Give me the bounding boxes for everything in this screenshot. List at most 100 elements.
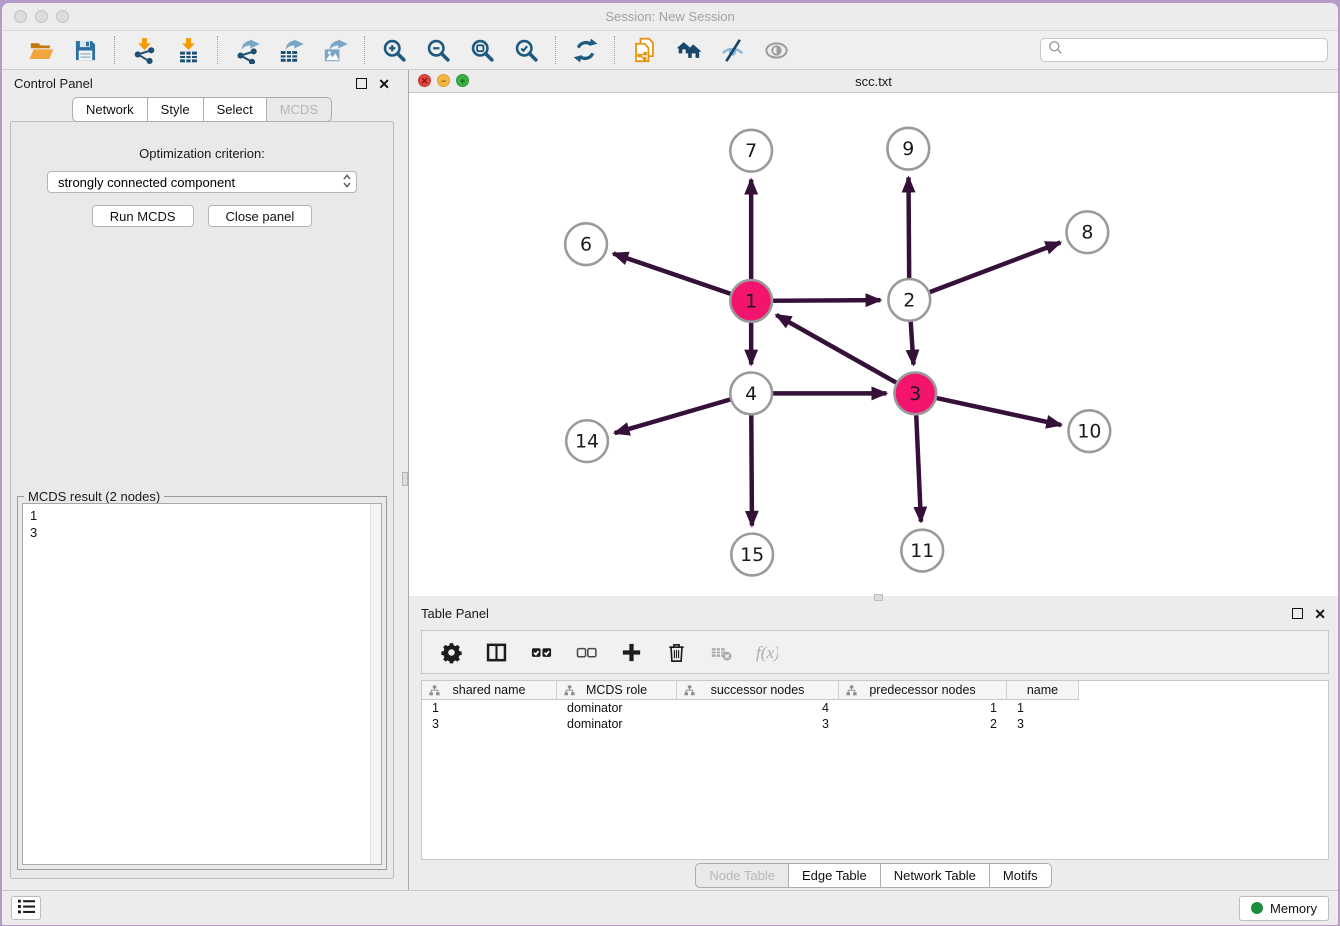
column-header-successor-nodes[interactable]: successor nodes [677, 681, 839, 700]
table-tabs: Node TableEdge TableNetwork TableMotifs [409, 860, 1338, 890]
column-header-name[interactable]: name [1007, 681, 1079, 700]
column-header-shared-name[interactable]: shared name [422, 681, 557, 700]
minimize-window-button[interactable] [35, 10, 48, 23]
panel-splitter-horizontal[interactable] [409, 596, 1338, 600]
clone-network-icon[interactable] [628, 35, 660, 65]
tab-network-table[interactable]: Network Table [880, 863, 989, 888]
mcds-result-title: MCDS result (2 nodes) [24, 489, 164, 504]
panel-splitter-vertical[interactable] [402, 70, 409, 890]
network-graph[interactable]: 7 9 6 8 1 2 4 3 14 10 15 11 [409, 93, 1338, 596]
tab-edge-table[interactable]: Edge Table [788, 863, 880, 888]
graph-node-6[interactable]: 6 [565, 223, 607, 265]
tab-style[interactable]: Style [147, 97, 203, 122]
select-all-icon[interactable] [527, 638, 555, 666]
hierarchy-icon [684, 685, 695, 699]
graph-node-10[interactable]: 10 [1068, 410, 1110, 452]
function-disabled-icon: f(x) [752, 638, 780, 666]
graph-node-8[interactable]: 8 [1066, 211, 1108, 253]
graph-node-9[interactable]: 9 [887, 128, 929, 170]
select-stepper-icon [342, 173, 352, 192]
export-image-icon[interactable] [319, 35, 351, 65]
import-table-icon[interactable] [172, 35, 204, 65]
add-column-icon[interactable] [617, 638, 645, 666]
network-canvas[interactable]: 7 9 6 8 1 2 4 3 14 10 15 11 [409, 93, 1338, 596]
open-folder-icon[interactable] [25, 35, 57, 65]
column-label: name [1027, 683, 1058, 697]
table-row[interactable]: 3dominator323 [422, 716, 1328, 732]
cell-MCDS-role: dominator [557, 717, 677, 731]
zoom-selected-icon[interactable] [510, 35, 542, 65]
zoom-fit-icon[interactable] [466, 35, 498, 65]
splitter-handle[interactable] [874, 594, 883, 601]
refresh-icon[interactable] [569, 35, 601, 65]
show-hide-details-icon[interactable] [716, 35, 748, 65]
export-table-icon[interactable] [275, 35, 307, 65]
tab-motifs[interactable]: Motifs [989, 863, 1052, 888]
graph-node-15[interactable]: 15 [731, 534, 773, 576]
splitter-handle[interactable] [402, 472, 408, 486]
close-window-button[interactable] [14, 10, 27, 23]
eye-disabled-icon[interactable] [760, 35, 792, 65]
graph-node-1[interactable]: 1 [730, 280, 772, 322]
run-mcds-button[interactable]: Run MCDS [92, 205, 194, 227]
svg-text:9: 9 [902, 138, 914, 160]
split-columns-icon[interactable] [482, 638, 510, 666]
network-minimize-icon[interactable]: − [437, 74, 450, 87]
graph-node-11[interactable]: 11 [901, 530, 943, 572]
graph-node-4[interactable]: 4 [730, 372, 772, 414]
main-area: Control Panel ✕ NetworkStyleSelectMCDS O… [2, 70, 1338, 890]
graph-node-7[interactable]: 7 [730, 130, 772, 172]
cell-name: 1 [1007, 701, 1079, 715]
search-input[interactable] [1068, 42, 1320, 59]
control-panel: Control Panel ✕ NetworkStyleSelectMCDS O… [2, 70, 402, 890]
network-maximize-icon[interactable]: + [456, 74, 469, 87]
column-header-predecessor-nodes[interactable]: predecessor nodes [839, 681, 1007, 700]
node-table: shared nameMCDS rolesuccessor nodesprede… [421, 680, 1329, 860]
graph-node-14[interactable]: 14 [566, 420, 608, 462]
delete-column-icon[interactable] [662, 638, 690, 666]
home-icon[interactable] [672, 35, 704, 65]
mcds-result-list[interactable]: 13 [22, 503, 382, 865]
save-icon[interactable] [69, 35, 101, 65]
svg-text:2: 2 [903, 289, 915, 311]
zoom-in-icon[interactable] [378, 35, 410, 65]
hierarchy-icon [564, 685, 575, 699]
network-close-icon[interactable]: ✕ [418, 74, 431, 87]
svg-text:7: 7 [745, 140, 757, 162]
zoom-out-icon[interactable] [422, 35, 454, 65]
optimization-select-value: strongly connected component [58, 175, 342, 190]
close-panel-button[interactable]: Close panel [208, 205, 313, 227]
task-history-button[interactable] [11, 896, 41, 920]
import-network-icon[interactable] [128, 35, 160, 65]
column-header-MCDS-role[interactable]: MCDS role [557, 681, 677, 700]
close-panel-icon[interactable]: ✕ [1314, 609, 1326, 619]
memory-status-icon [1251, 902, 1263, 914]
cell-predecessor-nodes: 2 [839, 717, 1007, 731]
svg-text:10: 10 [1077, 421, 1101, 443]
float-panel-icon[interactable] [1292, 608, 1303, 619]
tab-network[interactable]: Network [72, 97, 147, 122]
float-panel-icon[interactable] [356, 78, 367, 89]
graph-node-3[interactable]: 3 [894, 372, 936, 414]
gear-icon[interactable] [437, 638, 465, 666]
optimization-select[interactable]: strongly connected component [47, 171, 357, 193]
search-box [1040, 38, 1328, 62]
result-node-id: 3 [30, 524, 374, 541]
tab-mcds[interactable]: MCDS [266, 97, 332, 122]
close-panel-icon[interactable]: ✕ [378, 79, 390, 89]
zoom-window-button[interactable] [56, 10, 69, 23]
result-scrollbar[interactable] [370, 504, 381, 864]
status-bar: Memory [2, 890, 1338, 925]
cell-MCDS-role: dominator [557, 701, 677, 715]
app-window: Session: New Session Control Panel ✕ Net… [2, 3, 1338, 925]
hierarchy-icon [846, 685, 857, 699]
svg-text:f(x): f(x) [755, 643, 777, 662]
svg-text:4: 4 [745, 383, 757, 405]
deselect-all-icon[interactable] [572, 638, 600, 666]
graph-node-2[interactable]: 2 [888, 279, 930, 321]
table-row[interactable]: 1dominator411 [422, 700, 1328, 716]
memory-button[interactable]: Memory [1239, 896, 1329, 921]
tab-select[interactable]: Select [203, 97, 266, 122]
tab-node-table[interactable]: Node Table [695, 863, 788, 888]
export-network-icon[interactable] [231, 35, 263, 65]
